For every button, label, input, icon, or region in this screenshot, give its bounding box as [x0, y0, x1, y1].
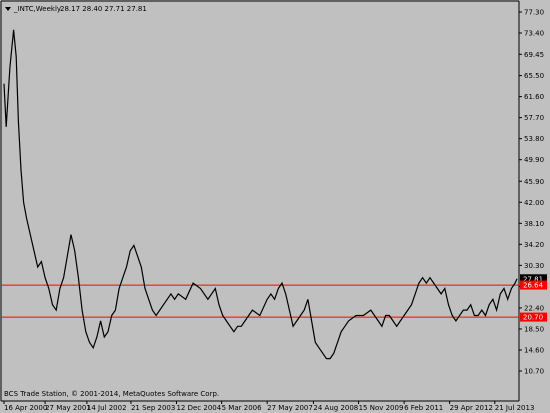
y-tick-label: 57.70 — [524, 114, 544, 122]
y-tick-label: 73.40 — [524, 30, 544, 38]
x-tick-label: 29 Apr 2012 — [450, 404, 493, 412]
y-tick-label: 53.80 — [524, 135, 544, 143]
x-tick-label: 27 May 2001 — [45, 404, 91, 412]
y-tick-label: 10.70 — [524, 368, 544, 376]
ohlc-values: 28.17 28.40 27.71 27.81 — [60, 5, 147, 13]
chart-background — [0, 0, 550, 413]
y-tick-label: 14.60 — [524, 346, 544, 354]
x-tick-label: 12 Dec 2004 — [176, 404, 221, 412]
level-price-badge: 20.70 — [523, 314, 543, 322]
y-tick-label: 18.50 — [524, 325, 544, 333]
x-tick-label: 14 Jul 2002 — [87, 404, 127, 412]
y-tick-label: 65.50 — [524, 72, 544, 80]
y-tick-label: 38.10 — [524, 220, 544, 228]
x-tick-label: 21 Jul 2013 — [495, 404, 535, 412]
y-tick-label: 77.30 — [524, 9, 544, 17]
y-tick-label: 49.90 — [524, 156, 544, 164]
y-tick-label: 42.00 — [524, 199, 544, 207]
x-tick-label: 15 Nov 2009 — [359, 404, 404, 412]
y-tick-label: 45.90 — [524, 178, 544, 186]
chart-window: _INTC,Weekly 28.17 28.40 27.71 27.81 77.… — [0, 0, 550, 413]
x-tick-label: 21 Sep 2003 — [131, 404, 175, 412]
y-tick-label: 34.20 — [524, 241, 544, 249]
x-tick-label: 27 May 2007 — [267, 404, 313, 412]
x-tick-label: 16 Apr 2000 — [4, 404, 47, 412]
y-tick-label: 61.60 — [524, 93, 544, 101]
x-tick-label: 5 Mar 2006 — [222, 404, 262, 412]
level-price-badge: 26.64 — [523, 282, 544, 290]
copyright-text: BCS Trade Station, © 2001-2014, MetaQuot… — [4, 390, 219, 398]
x-tick-label: 6 Feb 2011 — [404, 404, 443, 412]
y-tick-label: 69.45 — [524, 51, 544, 59]
price-chart[interactable]: _INTC,Weekly 28.17 28.40 27.71 27.81 77.… — [0, 0, 550, 413]
y-tick-label: 30.30 — [524, 262, 544, 270]
y-tick-label: 22.40 — [524, 304, 544, 312]
symbol-title: _INTC,Weekly — [13, 5, 61, 13]
x-tick-label: 24 Aug 2008 — [313, 404, 358, 412]
